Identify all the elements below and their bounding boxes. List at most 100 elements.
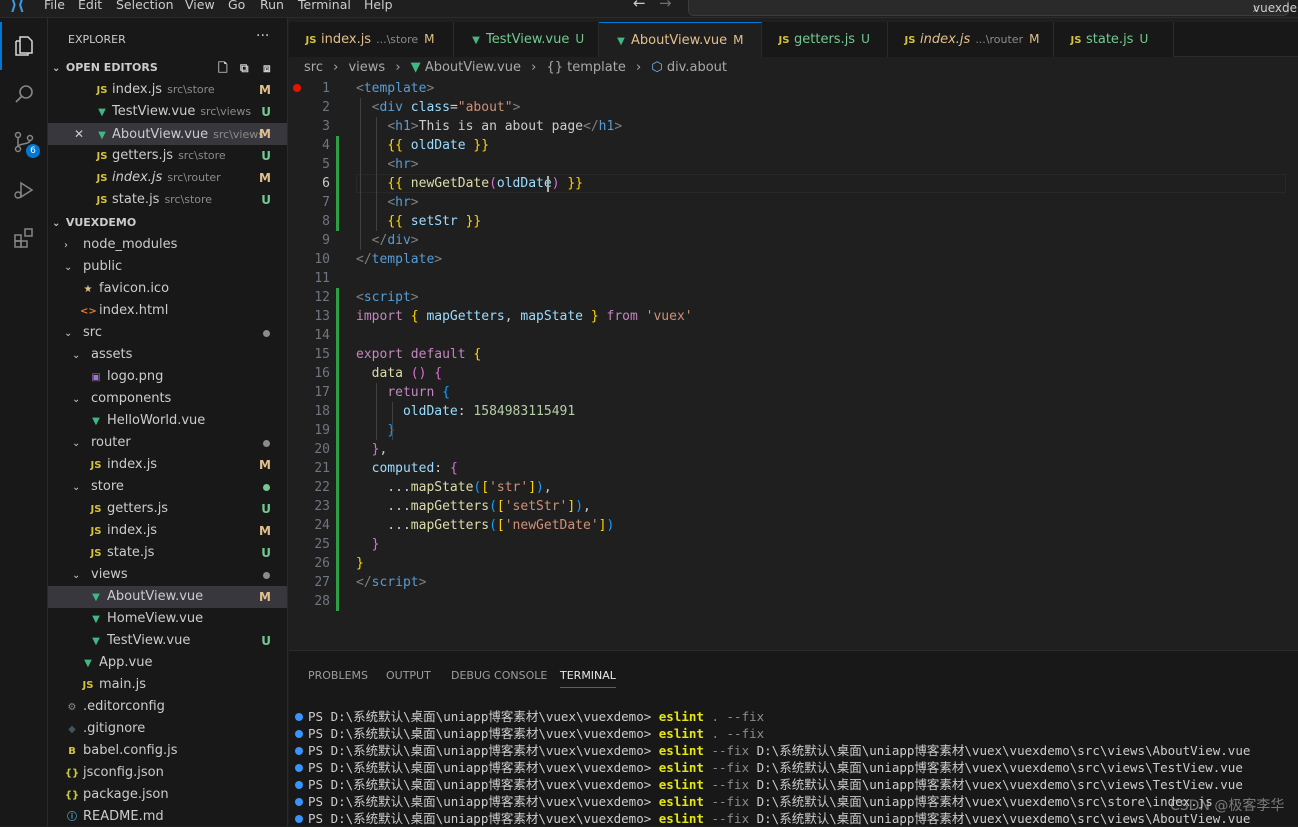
file-item[interactable]: ▼ App.vue <box>48 652 287 674</box>
forward-arrow-icon[interactable]: → <box>659 0 672 12</box>
open-editors-header[interactable]: ⌄ OPEN EDITORS 🗋 ⧉ ⧈ <box>48 57 287 79</box>
file-item[interactable]: JS state.js U <box>48 542 287 564</box>
breadcrumb-template[interactable]: template <box>567 60 626 75</box>
open-editor-item[interactable]: ✕ ▼ AboutView.vue src\views M <box>48 123 287 145</box>
open-editor-item[interactable]: JS getters.js src\store U <box>48 145 287 167</box>
tab-state-js[interactable]: JS state.js U <box>1054 22 1174 57</box>
code-line: import { mapGetters, mapState } from 'vu… <box>356 307 693 326</box>
tab-getters-js[interactable]: JS getters.js U <box>762 22 888 57</box>
code-token: } <box>371 537 380 552</box>
close-all-icon[interactable]: ⧈ <box>263 57 271 79</box>
code-editor[interactable]: <template> <div class="about"> <h1>This … <box>289 79 1298 649</box>
menu-help[interactable]: Help <box>364 0 393 12</box>
menu-selection[interactable]: Selection <box>116 0 174 12</box>
code-token: newGetDate <box>410 176 490 191</box>
file-item[interactable]: <> index.html <box>48 300 287 322</box>
file-item[interactable]: JS getters.js U <box>48 498 287 520</box>
tab-terminal[interactable]: TERMINAL <box>560 669 616 688</box>
file-item[interactable]: ▼ HelloWorld.vue <box>48 410 287 432</box>
code-token: {{ <box>387 138 403 153</box>
menu-run[interactable]: Run <box>260 0 284 12</box>
search-activity[interactable] <box>0 70 48 118</box>
file-item[interactable]: JS index.js M <box>48 520 287 542</box>
breadcrumb-file[interactable]: AboutView.vue <box>425 60 521 75</box>
indent-guide <box>376 383 377 440</box>
line-number: 16 <box>314 366 330 381</box>
code-token: , <box>583 499 591 514</box>
modified-gutter-marker <box>336 136 339 231</box>
breadcrumb-div[interactable]: div.about <box>667 60 727 75</box>
file-item[interactable]: ▼ AboutView.vue M <box>48 586 287 608</box>
command-center-search[interactable]: ⌕ vuexdemo <box>688 0 1298 16</box>
breadcrumb-src[interactable]: src <box>304 60 323 75</box>
open-editor-item[interactable]: JS index.js src\router M <box>48 167 287 189</box>
code-line: } <box>356 535 380 554</box>
project-header[interactable]: ⌄ VUEXDEMO <box>48 212 287 234</box>
folder-item[interactable]: ⌄ views <box>48 564 287 586</box>
menu-go[interactable]: Go <box>228 0 245 12</box>
menu-terminal[interactable]: Terminal <box>298 0 351 12</box>
open-editor-item[interactable]: JS index.js src\store M <box>48 79 287 101</box>
tab-debug-console[interactable]: DEBUG CONSOLE <box>451 669 547 682</box>
tree-item-label: main.js <box>99 677 146 692</box>
file-item[interactable]: JS main.js <box>48 674 287 696</box>
folder-item[interactable]: ⌄ components <box>48 388 287 410</box>
tab-TestView-vue[interactable]: ▼ TestView.vue U <box>454 22 599 57</box>
breadcrumb-views[interactable]: views <box>348 60 385 75</box>
tab-index-js[interactable]: JS index.js ...\router M <box>888 22 1054 57</box>
file-item[interactable]: ▣ logo.png <box>48 366 287 388</box>
file-item[interactable]: ▼ TestView.vue U <box>48 630 287 652</box>
code-token: : <box>457 404 474 419</box>
close-icon[interactable]: ✕ <box>74 123 94 145</box>
file-item[interactable]: ★ favicon.ico <box>48 278 287 300</box>
folder-item[interactable]: › node_modules <box>48 234 287 256</box>
tab-problems[interactable]: PROBLEMS <box>308 669 368 682</box>
folder-item[interactable]: ⌄ router <box>48 432 287 454</box>
folder-item[interactable]: ⌄ assets <box>48 344 287 366</box>
code-token: , <box>504 309 521 324</box>
new-file-icon[interactable]: 🗋 <box>218 57 228 79</box>
tab-output[interactable]: OUTPUT <box>386 669 431 682</box>
line-number: 13 <box>314 309 330 324</box>
folder-item[interactable]: ⌄ src <box>48 322 287 344</box>
extensions-activity[interactable] <box>0 214 48 262</box>
terminal-args: --fix <box>703 760 757 775</box>
folder-item[interactable]: ⌄ public <box>48 256 287 278</box>
terminal-args: --fix <box>703 794 757 809</box>
menu-view[interactable]: View <box>185 0 215 12</box>
line-number: 12 <box>314 290 330 305</box>
code-token: ( <box>489 499 497 514</box>
folder-item[interactable]: ⌄ store <box>48 476 287 498</box>
run-debug-activity[interactable] <box>0 166 48 214</box>
save-all-icon[interactable]: ⧉ <box>240 57 249 79</box>
tab-index-js[interactable]: JS index.js ...\store M <box>289 22 454 57</box>
file-item[interactable]: Bbabel.config.js <box>48 740 287 762</box>
file-item[interactable]: ⓘ README.md <box>48 806 287 826</box>
chevron-down-icon: ⌄ <box>72 482 81 493</box>
back-arrow-icon[interactable]: ← <box>633 0 646 12</box>
file-item[interactable]: ⚙ .editorconfig <box>48 696 287 718</box>
open-editor-item[interactable]: ▼ TestView.vue src\views U <box>48 101 287 123</box>
vue-file-icon: ▼ <box>410 60 421 75</box>
tree-item-label: .editorconfig <box>83 699 165 714</box>
tab-AboutView-vue[interactable]: ▼ AboutView.vue M <box>599 22 762 58</box>
file-item[interactable]: ▼ HomeView.vue <box>48 608 287 630</box>
code-token: 'str' <box>489 480 529 495</box>
code-token: < <box>356 290 364 305</box>
open-editor-name: index.js <box>112 82 163 97</box>
menu-edit[interactable]: Edit <box>78 0 102 12</box>
line-number: 6 <box>322 176 330 191</box>
file-item[interactable]: {} package.json <box>48 784 287 806</box>
open-editor-path: src\store <box>167 83 215 96</box>
source-control-activity[interactable]: 6 <box>0 118 48 166</box>
tab-label: index.js <box>920 32 971 47</box>
file-item[interactable]: {} jsconfig.json <box>48 762 287 784</box>
more-actions-icon[interactable]: ··· <box>256 28 269 44</box>
file-item[interactable]: ◆ .gitignore <box>48 718 287 740</box>
menu-file[interactable]: File <box>44 0 65 12</box>
terminal-prompt: PS D:\系统默认\桌面\uniapp博客素材\vuex\vuexdemo> <box>308 777 659 792</box>
explorer-activity[interactable] <box>0 22 48 70</box>
open-editor-item[interactable]: JS state.js src\store U <box>48 189 287 211</box>
code-token: setStr <box>410 214 458 229</box>
file-item[interactable]: JS index.js M <box>48 454 287 476</box>
